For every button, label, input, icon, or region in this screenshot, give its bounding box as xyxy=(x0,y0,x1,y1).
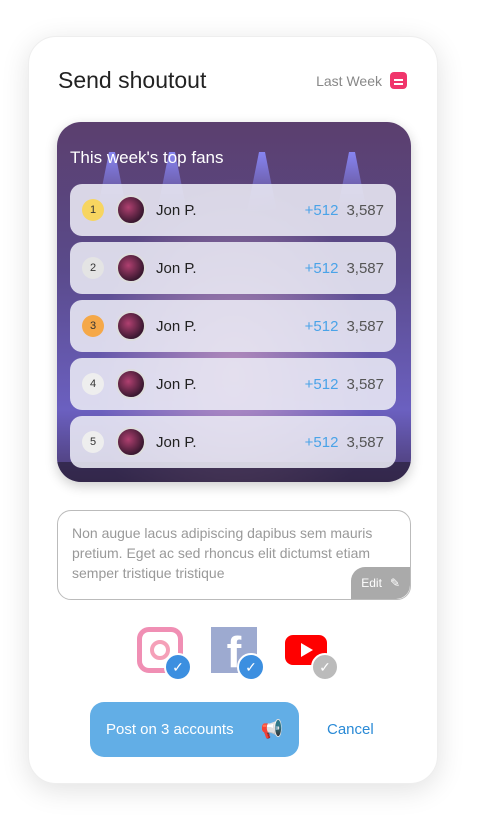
edit-button[interactable]: Edit ✎ xyxy=(351,567,410,599)
fan-total: 3,587 xyxy=(346,317,384,335)
fan-delta: +512 xyxy=(304,317,339,335)
avatar xyxy=(116,369,146,399)
page-title: Send shoutout xyxy=(58,67,207,93)
avatar xyxy=(116,311,146,341)
rank-badge: 2 xyxy=(82,257,104,279)
fan-name: Jon P. xyxy=(156,317,197,335)
fan-delta: +512 xyxy=(304,201,339,219)
fan-name: Jon P. xyxy=(156,433,197,451)
fan-name: Jon P. xyxy=(156,375,197,393)
top-fans-banner: This week's top fans 1 Jon P. +512 3,587… xyxy=(57,122,411,482)
fan-row[interactable]: 2 Jon P. +512 3,587 xyxy=(70,242,396,294)
megaphone-icon: 📢 xyxy=(260,719,283,739)
fan-total: 3,587 xyxy=(346,259,384,277)
youtube-check-icon[interactable]: ✓ xyxy=(311,653,339,681)
avatar xyxy=(116,427,146,457)
message-textarea[interactable]: Non augue lacus adipiscing dapibus sem m… xyxy=(57,510,411,600)
banner-title: This week's top fans xyxy=(70,148,224,167)
fan-total: 3,587 xyxy=(346,201,384,219)
avatar xyxy=(116,195,146,225)
fan-row[interactable]: 4 Jon P. +512 3,587 xyxy=(70,358,396,410)
fan-name: Jon P. xyxy=(156,201,197,219)
fan-delta: +512 xyxy=(304,375,339,393)
fan-delta: +512 xyxy=(304,433,339,451)
cancel-button[interactable]: Cancel xyxy=(327,721,374,738)
fan-total: 3,587 xyxy=(346,433,384,451)
instagram-check-icon[interactable]: ✓ xyxy=(164,653,192,681)
post-label: Post on 3 accounts xyxy=(106,721,234,738)
period-label: Last Week xyxy=(316,72,382,89)
rank-badge: 3 xyxy=(82,315,104,337)
calendar-icon xyxy=(390,72,407,89)
avatar xyxy=(116,253,146,283)
rank-badge: 5 xyxy=(82,431,104,453)
post-button[interactable]: Post on 3 accounts 📢 xyxy=(90,702,299,757)
rank-badge: 4 xyxy=(82,373,104,395)
period-selector[interactable]: Last Week xyxy=(316,72,407,89)
rank-badge: 1 xyxy=(82,199,104,221)
facebook-check-icon[interactable]: ✓ xyxy=(237,653,265,681)
message-text: Non augue lacus adipiscing dapibus sem m… xyxy=(72,525,373,581)
fan-name: Jon P. xyxy=(156,259,197,277)
fan-row[interactable]: 3 Jon P. +512 3,587 xyxy=(70,300,396,352)
fan-row[interactable]: 5 Jon P. +512 3,587 xyxy=(70,416,396,468)
pencil-icon: ✎ xyxy=(389,576,400,590)
fan-total: 3,587 xyxy=(346,375,384,393)
shoutout-card: Send shoutout Last Week This week's top … xyxy=(28,36,438,784)
edit-label: Edit xyxy=(361,576,382,590)
fan-delta: +512 xyxy=(304,259,339,277)
fan-row[interactable]: 1 Jon P. +512 3,587 xyxy=(70,184,396,236)
